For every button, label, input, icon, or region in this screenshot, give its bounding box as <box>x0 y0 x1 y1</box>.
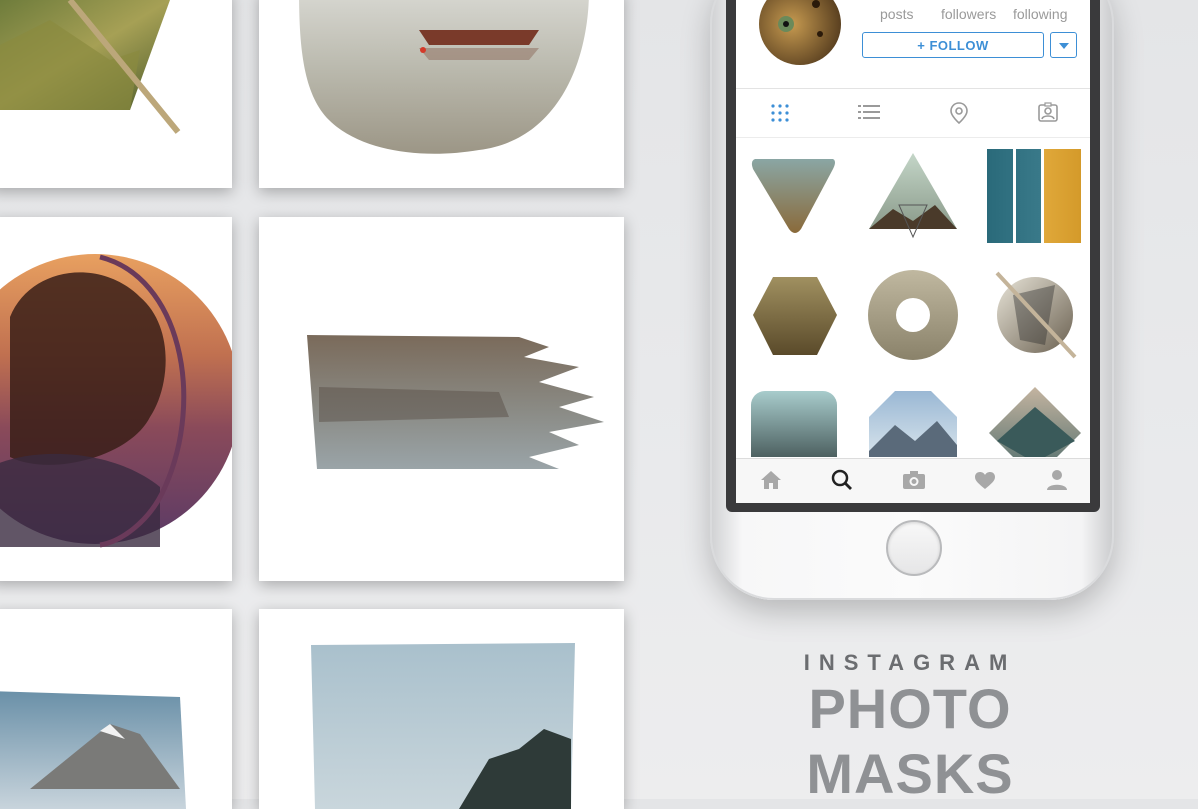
stat-following-label: following <box>1013 6 1068 22</box>
grid-thumb-split-panels[interactable] <box>987 149 1081 243</box>
mask-card-circle-brush <box>259 0 624 188</box>
profile-photo-grid <box>751 149 1081 457</box>
grid-thumb-triangle-down[interactable] <box>751 159 835 233</box>
grid-thumb-diamond[interactable] <box>989 387 1081 457</box>
grid-icon[interactable] <box>770 103 790 123</box>
grid-thumb-hexagon[interactable] <box>753 277 837 355</box>
mask-card-hexagon <box>0 0 232 188</box>
circle-ring-mask-photo <box>0 254 232 548</box>
home-icon[interactable] <box>760 470 782 490</box>
follow-dropdown-button[interactable] <box>1050 32 1077 58</box>
grid-thumb-octagon[interactable] <box>869 391 957 457</box>
stat-followers-label: followers <box>941 6 997 22</box>
brush-stroke-mask-photo <box>307 335 604 469</box>
mask-card-mountain-brush <box>0 609 232 809</box>
profile-icon[interactable] <box>1046 469 1068 491</box>
heart-icon[interactable] <box>974 471 996 490</box>
avatar[interactable] <box>758 0 842 66</box>
search-icon[interactable] <box>831 469 853 491</box>
square-brush-mask-photo <box>311 643 575 809</box>
hexagon-mask-photo <box>0 0 181 134</box>
mountain-brush-mask-photo <box>0 691 186 809</box>
tagged-user-icon[interactable] <box>1038 102 1058 122</box>
follow-button[interactable]: + FOLLOW <box>862 32 1044 58</box>
location-pin-icon[interactable] <box>950 102 968 124</box>
circle-brush-mask-photo <box>299 0 589 154</box>
grid-thumb-circle-slash[interactable] <box>995 271 1077 359</box>
list-icon[interactable] <box>858 104 880 122</box>
mask-card-brush-stroke <box>259 217 624 581</box>
mask-card-square-brush <box>259 609 624 809</box>
title-photo-masks: PHOTO MASKS <box>806 677 1014 805</box>
phone-home-button <box>886 520 942 576</box>
camera-icon[interactable] <box>902 470 926 490</box>
mask-card-circle-ring <box>0 217 232 581</box>
stat-posts-label: posts <box>880 6 914 22</box>
grid-thumb-donut[interactable] <box>868 270 958 360</box>
grid-thumb-triangle-up[interactable] <box>869 153 957 239</box>
title-instagram: INSTAGRAM <box>803 650 1017 675</box>
grid-thumb-rounded-square[interactable] <box>751 391 837 457</box>
